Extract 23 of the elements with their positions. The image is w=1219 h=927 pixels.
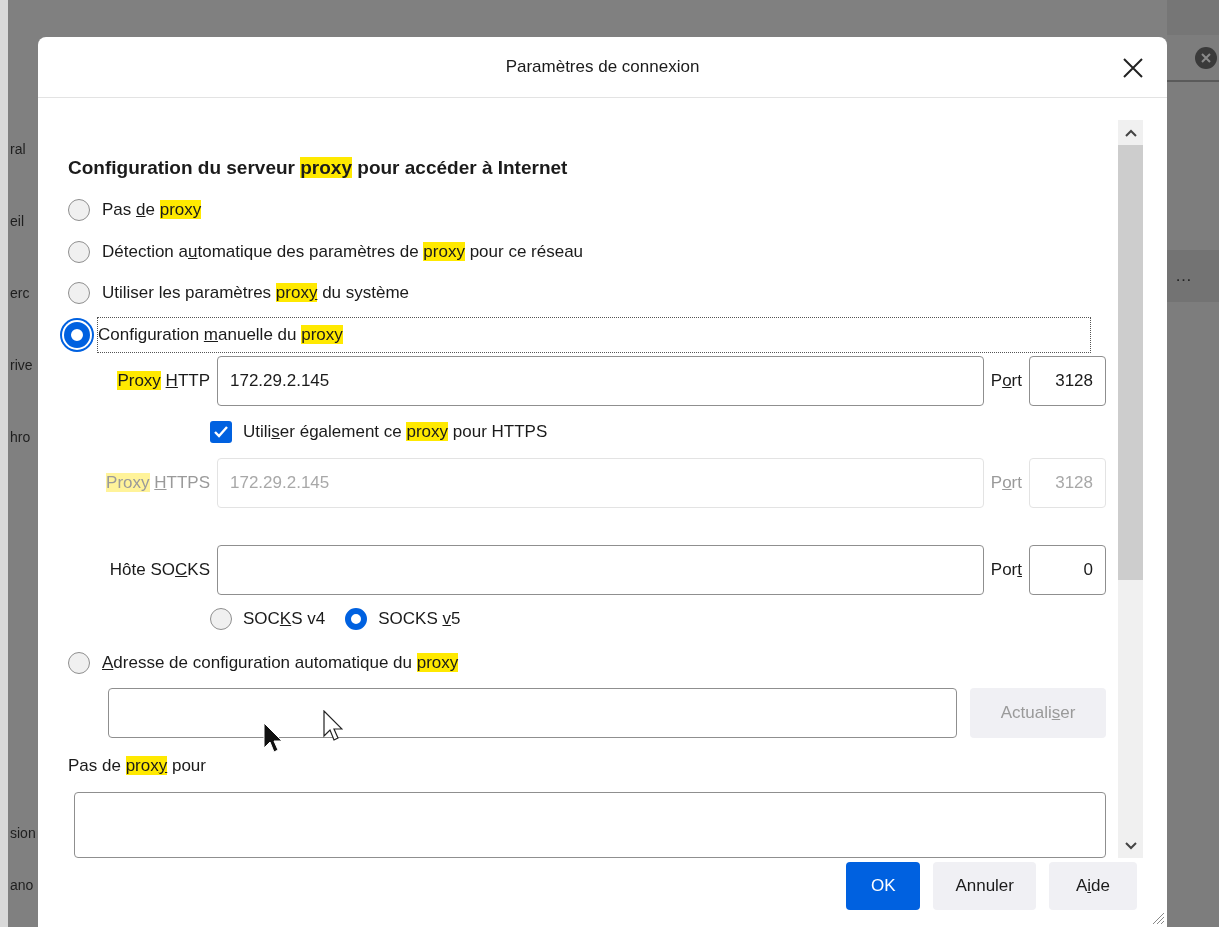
no-proxy-label: Pas de proxy pour (68, 755, 207, 778)
dialog-button[interactable]: Annuler (933, 862, 1036, 910)
radio-label: SOCKS v4 (243, 608, 326, 629)
port-label: Port (990, 370, 1022, 391)
field-label: Proxy HTTP (116, 370, 210, 391)
radio-label: Configuration manuelle du proxy (98, 317, 1090, 352)
section-heading: Configuration du serveur proxy pour accéder à Internet (68, 156, 569, 180)
radio-label: Adresse de configuration automatique du proxy (102, 652, 460, 675)
radio-label: Détection automatique des paramètres de proxy pour ce réseau (102, 240, 585, 263)
dialog-title: Paramètres de connexion (505, 57, 700, 77)
more-text: … (1175, 266, 1192, 286)
host-field[interactable]: 172.29.2.145 (217, 355, 984, 406)
radio-label: SOCKS v5 (378, 608, 461, 629)
field-label: Hôte SOCKS (108, 560, 210, 581)
port-field[interactable]: 0 (1029, 545, 1106, 596)
port-label: Port (990, 473, 1022, 494)
field-label: Proxy HTTPS (105, 473, 210, 494)
port-field[interactable]: 3128 (1029, 355, 1106, 406)
radio-label: Pas de proxy (102, 198, 203, 221)
dialog-button[interactable]: Aide (1049, 862, 1137, 910)
checkbox-label: Utiliser également ce proxy pour HTTPS (243, 421, 548, 442)
port-label: Port (990, 560, 1022, 581)
dialog-button[interactable]: OK (846, 862, 921, 910)
